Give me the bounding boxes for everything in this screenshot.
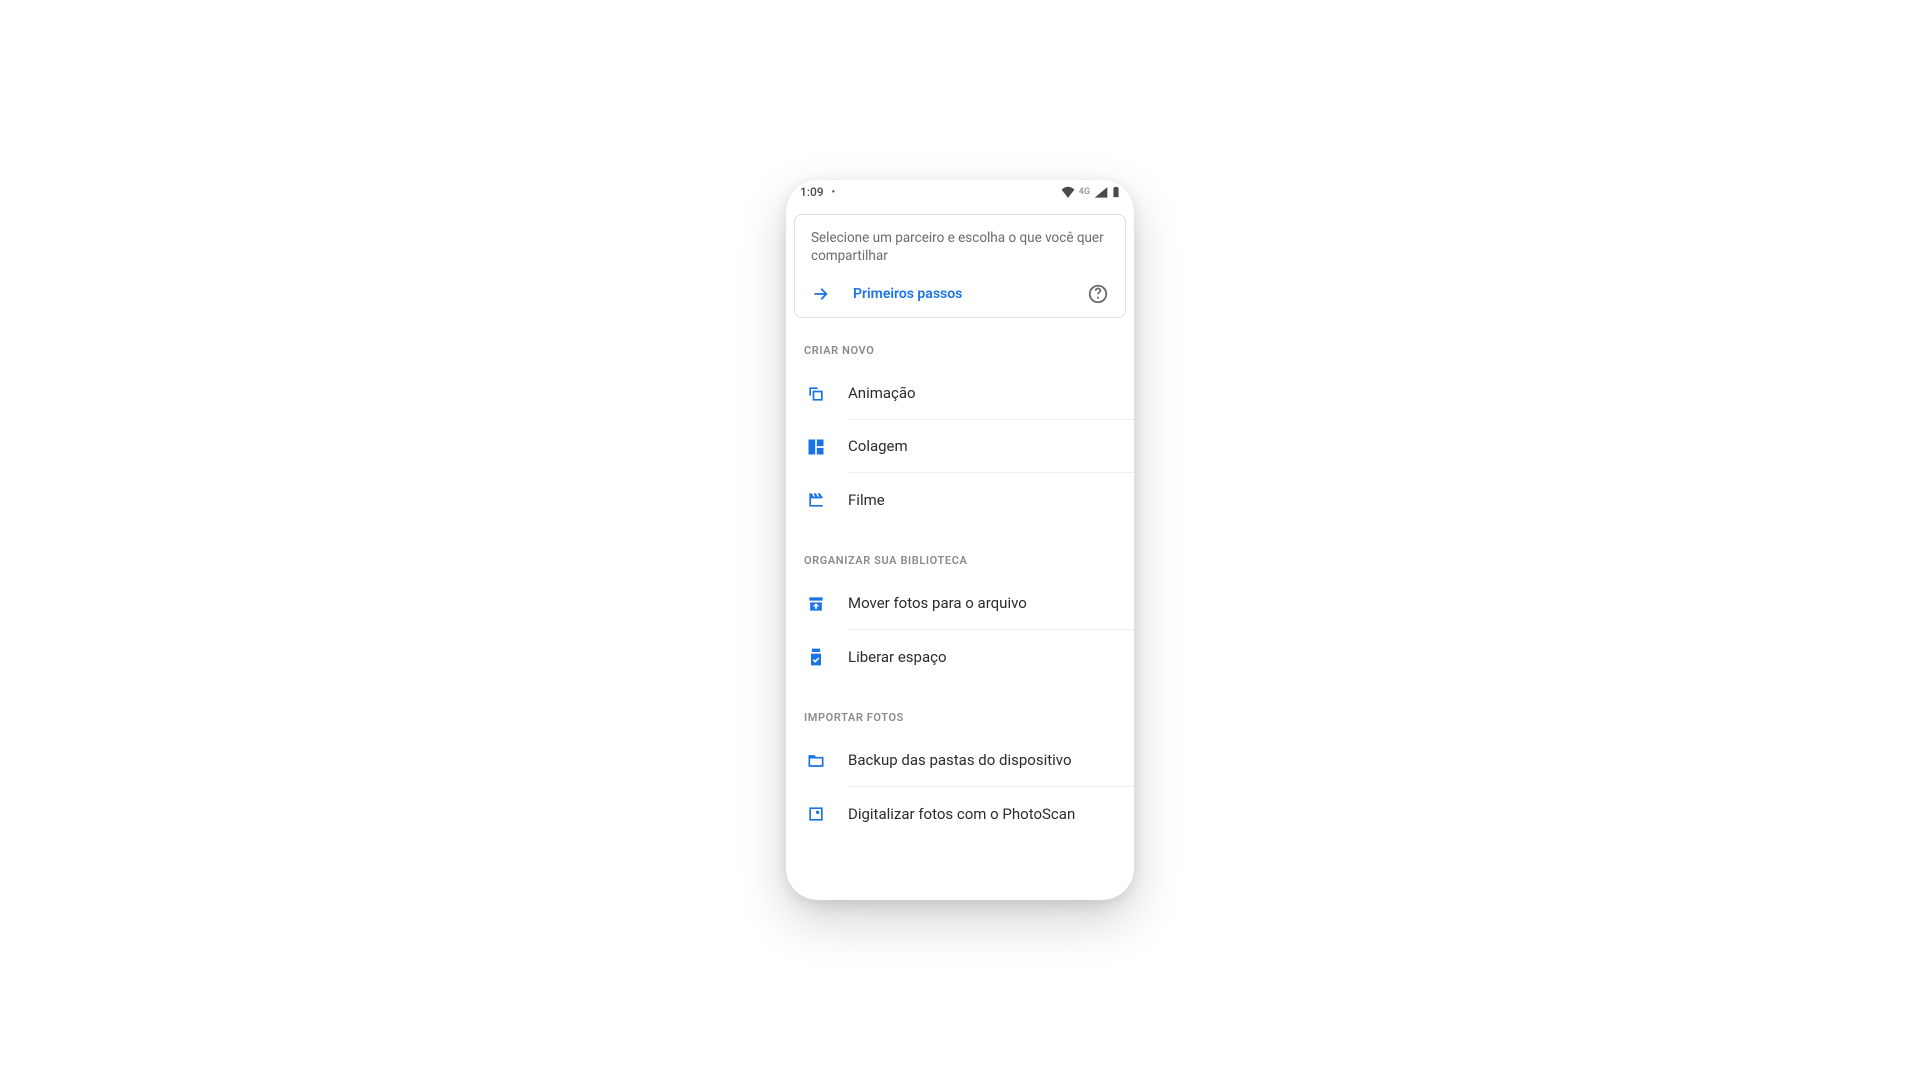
row-archive[interactable]: Mover fotos para o arquivo <box>786 577 1134 630</box>
row-label: Backup das pastas do dispositivo <box>848 734 1134 787</box>
partner-sharing-description: Selecione um parceiro e escolha o que vo… <box>811 229 1109 265</box>
status-bar: 1:09 • 4G <box>786 180 1134 204</box>
row-free-space[interactable]: Liberar espaço <box>786 630 1134 683</box>
partner-sharing-card: Selecione um parceiro e escolha o que vo… <box>794 214 1126 318</box>
row-photoscan[interactable]: Digitalizar fotos com o PhotoScan <box>786 787 1134 840</box>
help-icon[interactable] <box>1087 283 1109 305</box>
section-header-import: Importar fotos <box>786 705 1134 734</box>
row-collage[interactable]: Colagem <box>786 420 1134 473</box>
row-label: Mover fotos para o arquivo <box>848 577 1134 630</box>
section-header-create: Criar novo <box>786 338 1134 367</box>
animation-icon <box>804 382 828 406</box>
row-label: Filme <box>848 473 1134 526</box>
battery-icon <box>1112 186 1120 198</box>
wifi-icon <box>1061 186 1075 198</box>
row-label: Animação <box>848 367 1134 420</box>
row-movie[interactable]: Filme <box>786 473 1134 526</box>
screen-content: Selecione um parceiro e escolha o que vo… <box>786 204 1134 900</box>
phone-frame: 1:09 • 4G Selecione um parceiro e escolh… <box>786 180 1134 900</box>
photoscan-icon <box>804 802 828 826</box>
collage-icon <box>804 435 828 459</box>
network-label: 4G <box>1079 187 1090 197</box>
get-started-button[interactable]: Primeiros passos <box>853 286 1065 302</box>
row-animation[interactable]: Animação <box>786 367 1134 420</box>
archive-icon <box>804 592 828 616</box>
section-header-organize: Organizar sua biblioteca <box>786 548 1134 577</box>
arrow-right-icon <box>811 284 831 304</box>
row-backup-folders[interactable]: Backup das pastas do dispositivo <box>786 734 1134 787</box>
movie-icon <box>804 488 828 512</box>
free-space-icon <box>804 645 828 669</box>
row-label: Colagem <box>848 420 1134 473</box>
row-label: Liberar espaço <box>848 630 1134 683</box>
cell-signal-icon <box>1094 186 1108 198</box>
status-time: 1:09 <box>800 185 824 199</box>
folder-icon <box>804 749 828 773</box>
row-label: Digitalizar fotos com o PhotoScan <box>848 787 1134 840</box>
status-dot-icon: • <box>832 187 836 198</box>
